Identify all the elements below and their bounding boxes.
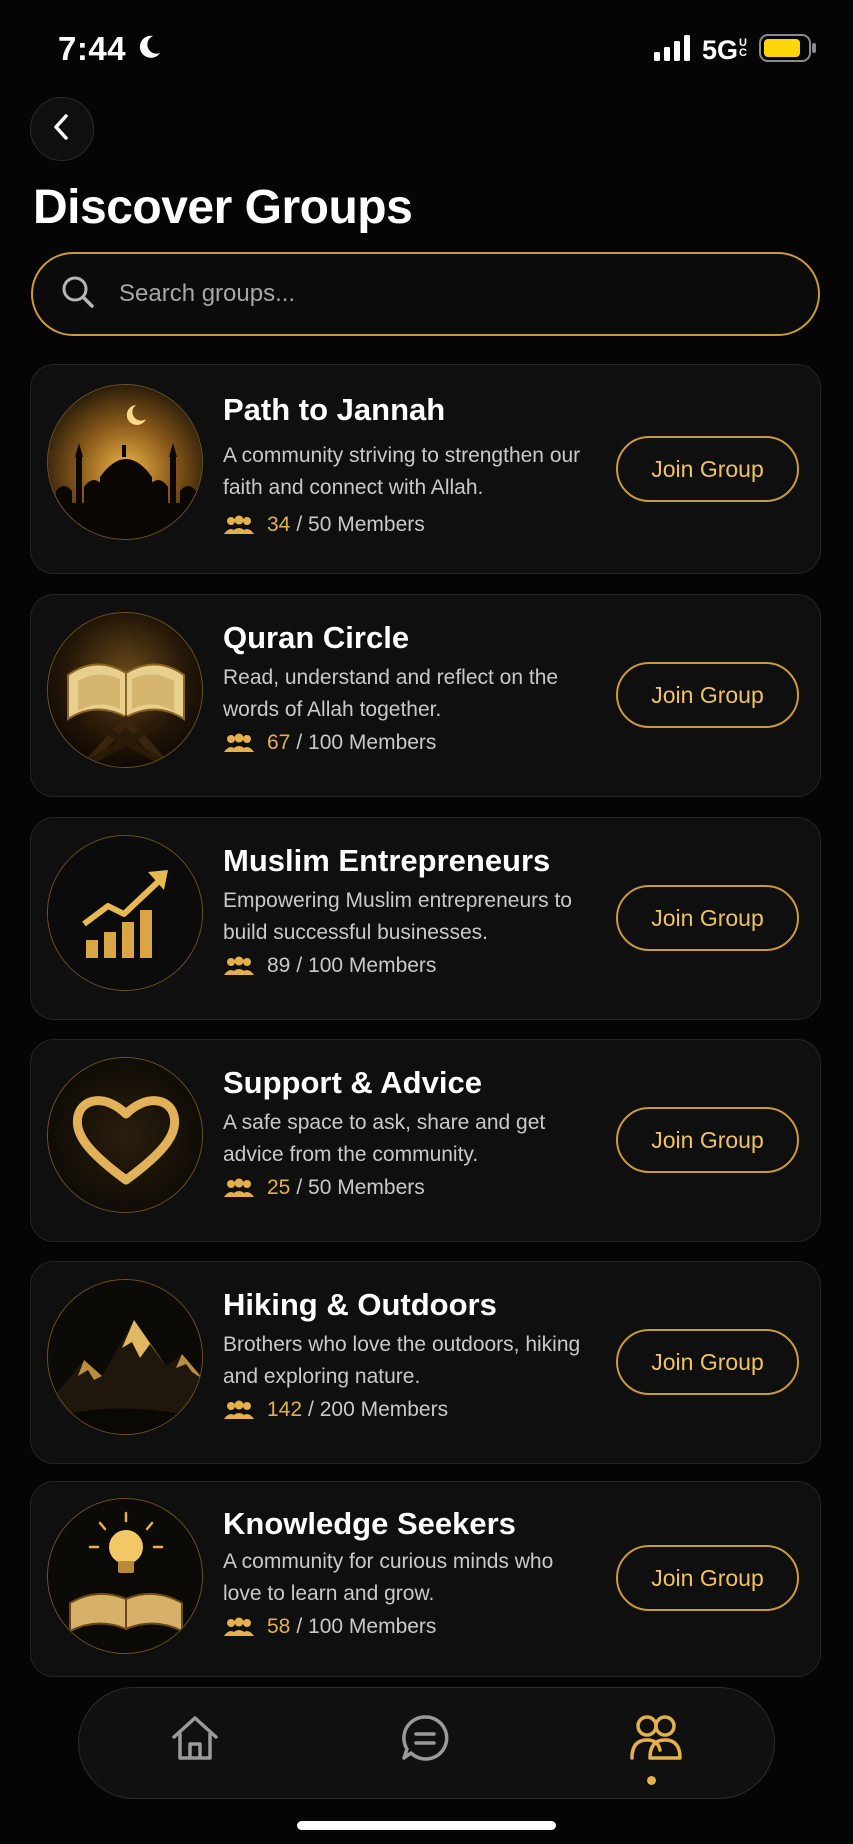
- members-count: 25: [267, 1176, 291, 1199]
- members-count: 34: [267, 513, 291, 536]
- network-type: 5G UC: [702, 35, 749, 66]
- group-name: Knowledge Seekers: [223, 1506, 516, 1541]
- lightbulb-book-image: [47, 1498, 203, 1654]
- group-card-muslim-entrepreneurs[interactable]: Muslim Entrepreneurs Empowering Muslim e…: [30, 817, 821, 1020]
- moon-icon: [136, 30, 162, 68]
- group-card-path-to-jannah[interactable]: Path to Jannah A community striving to s…: [30, 364, 821, 574]
- members-total: / 50 Members: [296, 513, 425, 536]
- join-group-button[interactable]: Join Group: [616, 1545, 799, 1611]
- group-name: Path to Jannah: [223, 392, 446, 427]
- back-button[interactable]: [30, 97, 94, 161]
- status-time: 7:44: [58, 30, 127, 67]
- growth-chart-image: [47, 835, 203, 991]
- members-icon: [224, 1617, 254, 1636]
- join-group-button[interactable]: Join Group: [616, 885, 799, 951]
- chat-bubble-icon: [399, 1712, 451, 1769]
- status-indicators: 5G UC: [653, 34, 817, 67]
- members-count: 89: [267, 954, 291, 977]
- members-icon: [224, 1178, 254, 1197]
- join-group-button[interactable]: Join Group: [616, 1107, 799, 1173]
- active-tab-indicator: [647, 1776, 656, 1785]
- group-description: Read, understand and reflect on the word…: [223, 666, 559, 721]
- search-icon: [61, 275, 95, 314]
- battery-icon: [759, 34, 817, 67]
- group-card-knowledge-seekers[interactable]: Knowledge Seekers A community for curiou…: [30, 1481, 821, 1677]
- group-name: Support & Advice: [223, 1065, 482, 1100]
- search-input[interactable]: [119, 280, 759, 308]
- members-icon: [224, 733, 254, 752]
- home-icon: [168, 1711, 222, 1770]
- group-description: A community for curious minds who love t…: [223, 1550, 554, 1605]
- tab-home[interactable]: [165, 1710, 225, 1770]
- group-description: A safe space to ask, share and get advic…: [223, 1111, 546, 1166]
- group-members: 58 / 100 Members: [223, 1615, 436, 1639]
- group-description: A community striving to strengthen our f…: [223, 444, 581, 499]
- members-total: / 50 Members: [296, 1176, 425, 1199]
- group-card-quran-circle[interactable]: Quran Circle Read, understand and reflec…: [30, 594, 821, 797]
- heart-image: [47, 1057, 203, 1213]
- group-name: Quran Circle: [223, 620, 410, 655]
- status-bar: 7:44 5G UC: [0, 0, 853, 100]
- tab-chat[interactable]: [395, 1710, 455, 1770]
- status-time-group: 7:44: [58, 30, 162, 68]
- members-total: / 200 Members: [308, 1398, 449, 1421]
- search-box[interactable]: [31, 252, 820, 336]
- group-card-hiking-outdoors[interactable]: Hiking & Outdoors Brothers who love the …: [30, 1261, 821, 1464]
- open-quran-image: [47, 612, 203, 768]
- members-total: / 100 Members: [296, 1615, 437, 1638]
- network-superscript: UC: [739, 37, 747, 59]
- group-members: 67 / 100 Members: [223, 731, 436, 755]
- members-total: / 100 Members: [296, 731, 437, 754]
- join-group-button[interactable]: Join Group: [616, 436, 799, 502]
- group-members: 34 / 50 Members: [223, 513, 425, 537]
- join-group-button[interactable]: Join Group: [616, 662, 799, 728]
- members-count: 142: [267, 1398, 303, 1421]
- group-members: 89 / 100 Members: [223, 954, 436, 978]
- group-members: 25 / 50 Members: [223, 1176, 425, 1200]
- group-name: Hiking & Outdoors: [223, 1287, 497, 1322]
- group-card-support-advice[interactable]: Support & Advice A safe space to ask, sh…: [30, 1039, 821, 1242]
- mountains-image: [47, 1279, 203, 1435]
- tab-groups[interactable]: [626, 1710, 686, 1770]
- members-total: / 100 Members: [296, 954, 437, 977]
- tab-bar: [78, 1687, 775, 1799]
- network-label: 5G: [701, 35, 738, 65]
- group-members: 142 / 200 Members: [223, 1398, 448, 1422]
- chevron-left-icon: [50, 113, 74, 146]
- home-indicator: [297, 1821, 556, 1830]
- page-title: Discover Groups: [33, 181, 413, 234]
- cellular-signal-icon: [653, 35, 692, 66]
- members-icon: [224, 515, 254, 534]
- join-group-button[interactable]: Join Group: [616, 1329, 799, 1395]
- members-count: 58: [267, 1615, 291, 1638]
- mosque-crescent-image: [47, 384, 203, 540]
- members-count: 67: [267, 731, 291, 754]
- members-icon: [224, 1400, 254, 1419]
- group-name: Muslim Entrepreneurs: [223, 843, 551, 878]
- groups-icon: [628, 1712, 684, 1769]
- members-icon: [224, 956, 254, 975]
- group-description: Brothers who love the outdoors, hiking a…: [223, 1333, 581, 1388]
- group-description: Empowering Muslim entrepreneurs to build…: [223, 889, 572, 944]
